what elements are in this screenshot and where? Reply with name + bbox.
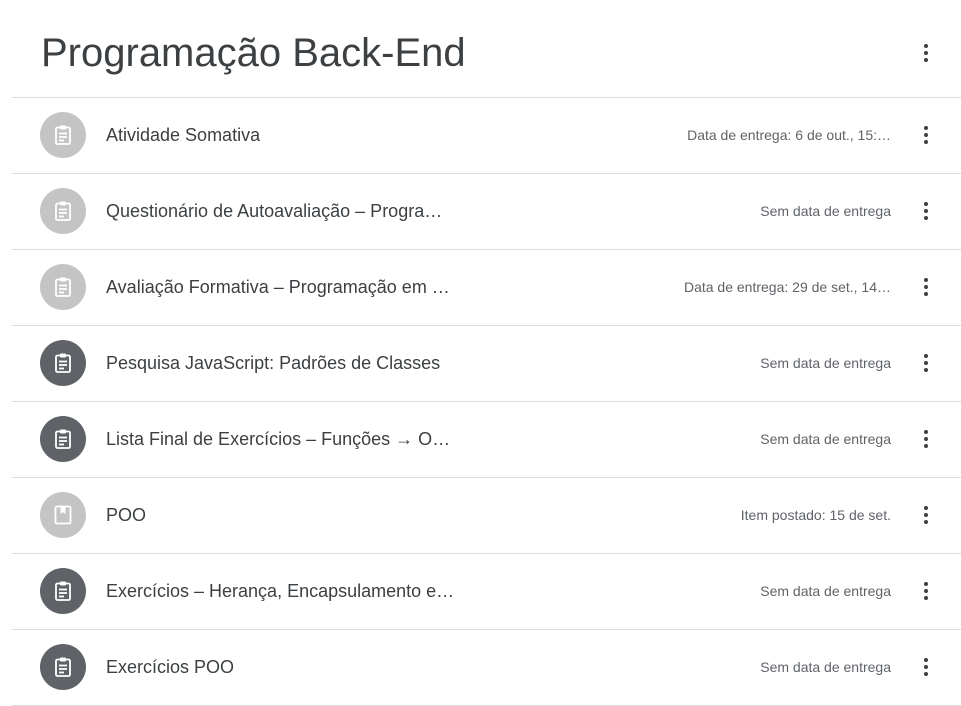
assignment-icon <box>55 201 71 221</box>
more-vert-icon-dot <box>924 589 928 593</box>
item-menu-button[interactable] <box>908 345 944 381</box>
topic-title: Programação Back-End <box>41 31 466 75</box>
item-icon-circle <box>40 568 86 614</box>
item-title: Atividade Somativa <box>106 125 261 145</box>
more-vert-icon-dot <box>924 444 928 448</box>
more-vert-icon <box>924 126 928 130</box>
more-vert-icon-dot <box>924 368 928 372</box>
assignment-icon <box>55 125 71 145</box>
more-vert-icon <box>924 506 928 510</box>
item-due-date: Sem data de entrega <box>760 203 891 219</box>
more-vert-icon-dot <box>924 292 928 296</box>
assignment-icon <box>55 277 71 297</box>
item-icon-circle <box>40 188 86 234</box>
item-due-date: Sem data de entrega <box>760 355 891 371</box>
classwork-item[interactable]: Exercícios POO Sem data de entrega <box>12 630 961 706</box>
item-due-date: Item postado: 15 de set. <box>740 507 891 523</box>
more-vert-icon-dot <box>924 51 928 55</box>
topic-menu-button[interactable] <box>908 35 944 71</box>
classwork-item[interactable]: Atividade Somativa Data de entrega: 6 de … <box>12 98 961 174</box>
item-menu-button[interactable] <box>908 193 944 229</box>
more-vert-icon <box>924 430 928 434</box>
more-vert-icon <box>924 582 928 586</box>
item-icon-circle <box>40 416 86 462</box>
classwork-item[interactable]: Exercícios – Herança, Encapsulamento e… S… <box>12 554 961 630</box>
more-vert-icon-dot <box>924 596 928 600</box>
item-title: Questionário de Autoavaliação – Progra… <box>106 201 443 221</box>
classwork-item[interactable]: POO Item postado: 15 de set. <box>12 478 961 554</box>
more-vert-icon-dot <box>924 58 928 62</box>
more-vert-icon <box>924 44 928 48</box>
more-vert-icon-dot <box>924 520 928 524</box>
item-menu-button[interactable] <box>908 269 944 305</box>
item-title: Lista Final de Exercícios – Funções → O… <box>106 429 451 449</box>
item-icon-circle <box>40 112 86 158</box>
more-vert-icon-dot <box>924 513 928 517</box>
more-vert-icon-dot <box>924 672 928 676</box>
more-vert-icon <box>924 354 928 358</box>
more-vert-icon-dot <box>924 361 928 365</box>
item-menu-button[interactable] <box>908 573 944 609</box>
classwork-item[interactable]: Pesquisa JavaScript: Padrões de Classes S… <box>12 326 961 402</box>
more-vert-icon-dot <box>924 665 928 669</box>
item-menu-button[interactable] <box>908 117 944 153</box>
item-title: Avaliação Formativa – Programação em … <box>106 277 450 297</box>
item-title: Pesquisa JavaScript: Padrões de Classes <box>106 353 441 373</box>
more-vert-icon-dot <box>924 140 928 144</box>
more-vert-icon-dot <box>924 437 928 441</box>
classwork-item[interactable]: Avaliação Formativa – Programação em … Da… <box>12 250 961 326</box>
item-due-date: Sem data de entrega <box>760 659 891 675</box>
item-due-date: Sem data de entrega <box>760 583 891 599</box>
assignment-icon <box>55 429 71 449</box>
more-vert-icon <box>924 278 928 282</box>
assignment-icon <box>55 353 71 373</box>
more-vert-icon-dot <box>924 285 928 289</box>
more-vert-icon-dot <box>924 216 928 220</box>
item-icon-circle <box>40 492 86 538</box>
classwork-item[interactable]: Lista Final de Exercícios – Funções → O…… <box>12 402 961 478</box>
item-due-date: Sem data de entrega <box>760 431 891 447</box>
more-vert-icon-dot <box>924 209 928 213</box>
item-title: POO <box>106 505 147 525</box>
more-vert-icon <box>924 658 928 662</box>
material-icon <box>54 505 72 525</box>
assignment-icon <box>55 657 71 677</box>
item-icon-circle <box>40 644 86 690</box>
item-menu-button[interactable] <box>908 421 944 457</box>
item-menu-button[interactable] <box>908 649 944 685</box>
item-title: Exercícios – Herança, Encapsulamento e… <box>106 581 455 601</box>
item-due-date: Data de entrega: 29 de set., 14… <box>683 279 891 295</box>
topic-header: Programação Back-End <box>12 0 961 98</box>
more-vert-icon <box>924 202 928 206</box>
item-title: Exercícios POO <box>106 657 235 677</box>
topic-section: Programação Back-End Atividade Somativa D… <box>0 0 961 706</box>
classwork-item[interactable]: Questionário de Autoavaliação – Progra… S… <box>12 174 961 250</box>
item-due-date: Data de entrega: 6 de out., 15:… <box>687 127 891 143</box>
more-vert-icon-dot <box>924 133 928 137</box>
item-icon-circle <box>40 340 86 386</box>
item-icon-circle <box>40 264 86 310</box>
classwork-item-list: Atividade Somativa Data de entrega: 6 de … <box>12 98 961 706</box>
assignment-icon <box>55 581 71 601</box>
item-menu-button[interactable] <box>908 497 944 533</box>
